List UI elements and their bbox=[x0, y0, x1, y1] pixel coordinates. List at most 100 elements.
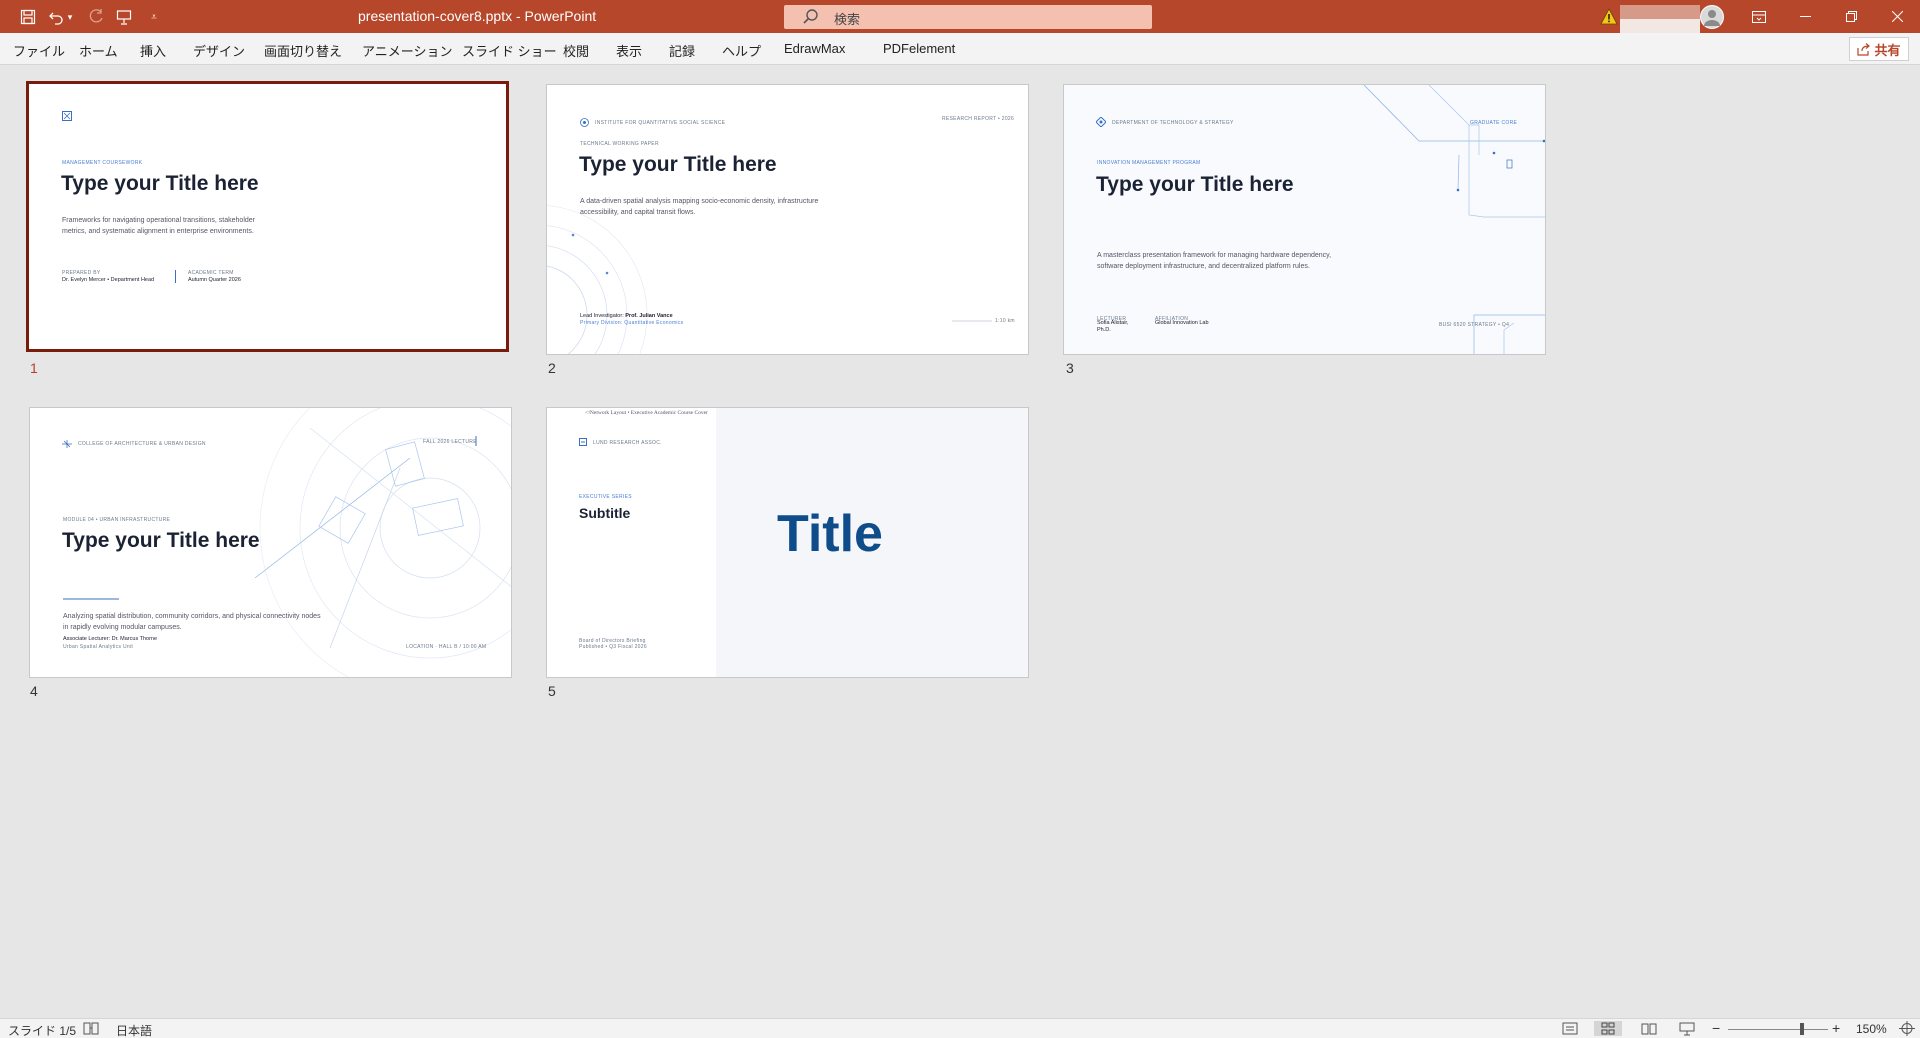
slide-title: Type your Title here bbox=[579, 153, 777, 176]
tab-design[interactable]: デザイン bbox=[193, 41, 245, 60]
share-icon bbox=[1857, 42, 1871, 56]
college-logo-icon bbox=[62, 440, 72, 448]
lecturer-line: Ph.D. bbox=[1097, 327, 1111, 333]
diamond-logo-icon bbox=[1096, 117, 1106, 127]
close-icon[interactable] bbox=[1874, 0, 1920, 33]
notes-view-icon[interactable] bbox=[1561, 1021, 1579, 1036]
customize-toolbar-icon[interactable]: ⩡ bbox=[144, 7, 164, 27]
slide-number: 1 bbox=[30, 360, 38, 376]
report-label: RESEARCH REPORT • 2026 bbox=[942, 116, 1015, 122]
language-indicator[interactable]: 日本語 bbox=[116, 1022, 152, 1038]
logo-icon bbox=[62, 111, 72, 121]
slide-thumbnail-1[interactable]: MANAGEMENT COURSEWORK Type your Title he… bbox=[26, 81, 509, 352]
tab-pdfelement[interactable]: PDFelement bbox=[883, 41, 955, 56]
slide-number: 4 bbox=[30, 683, 38, 699]
warning-icon[interactable] bbox=[1600, 8, 1618, 25]
tab-help[interactable]: ヘルプ bbox=[722, 41, 761, 60]
tab-home[interactable]: ホーム bbox=[79, 41, 118, 60]
slide-title: Title bbox=[777, 505, 883, 563]
slide-thumbnail-2[interactable]: INSTITUTE FOR QUANTITATIVE SOCIAL SCIENC… bbox=[546, 84, 1029, 355]
slide-body-line: A masterclass presentation framework for… bbox=[1097, 252, 1332, 259]
tab-insert[interactable]: 挿入 bbox=[140, 41, 166, 60]
undo-icon[interactable] bbox=[46, 7, 66, 27]
lead-investigator: Lead Investigator: Prof. Julian Vance bbox=[580, 313, 673, 319]
lecture-label: FALL 2026 LECTURE bbox=[423, 439, 477, 445]
accessibility-icon[interactable] bbox=[82, 1021, 100, 1036]
share-button[interactable]: 共有 bbox=[1849, 37, 1909, 61]
tab-slideshow[interactable]: スライド ショー bbox=[462, 41, 557, 60]
avatar[interactable] bbox=[1700, 5, 1724, 29]
save-icon[interactable] bbox=[18, 7, 38, 27]
document-title: presentation-cover8.pptx - PowerPoint bbox=[358, 8, 597, 24]
zoom-out-icon[interactable]: − bbox=[1712, 1020, 1720, 1036]
course-footer: BUSI 6520 STRATEGY • Q4 bbox=[1439, 322, 1510, 328]
slide-thumbnail-3[interactable]: DEPARTMENT OF TECHNOLOGY & STRATEGY GRAD… bbox=[1063, 84, 1546, 355]
location: LOCATION · HALL B / 10:00 AM bbox=[406, 644, 487, 650]
slide-eyebrow: INNOVATION MANAGEMENT PROGRAM bbox=[1097, 160, 1201, 166]
fit-to-window-icon[interactable] bbox=[1898, 1021, 1916, 1036]
slide-body-line: metrics, and systematic alignment in ent… bbox=[62, 228, 254, 235]
slide-body-line: Analyzing spatial distribution, communit… bbox=[63, 613, 321, 620]
slide-sorter-icon bbox=[1601, 1022, 1615, 1035]
zoom-slider-thumb[interactable] bbox=[1800, 1023, 1804, 1035]
institute-name: INSTITUTE FOR QUANTITATIVE SOCIAL SCIENC… bbox=[595, 120, 726, 126]
redo-icon[interactable] bbox=[86, 7, 106, 27]
account-name[interactable] bbox=[1620, 5, 1700, 33]
slide-title: Type your Title here bbox=[61, 172, 259, 195]
tab-file[interactable]: ファイル bbox=[13, 41, 65, 60]
division: Primary Division: Quantitative Economics bbox=[580, 320, 684, 326]
zoom-slider[interactable] bbox=[1728, 1029, 1828, 1030]
slide-counter: スライド 1/5 bbox=[8, 1024, 77, 1038]
status-bar: スライド 1/5 日本語 − + 150% bbox=[0, 1018, 1920, 1038]
ribbon-tabs: ファイル ホーム 挿入 デザイン 画面切り替え アニメーション スライド ショー… bbox=[0, 33, 1920, 65]
slide-body-line: in rapidly evolving modular campuses. bbox=[63, 624, 182, 631]
slideshow-view-icon[interactable] bbox=[1678, 1021, 1696, 1036]
slide-number: 5 bbox=[548, 683, 556, 699]
scale-label: 1:10 km bbox=[995, 318, 1015, 324]
slide-body-line: Frameworks for navigating operational tr… bbox=[62, 217, 255, 224]
search-icon bbox=[803, 9, 818, 24]
present-from-start-icon[interactable] bbox=[114, 7, 134, 27]
slide-number: 3 bbox=[1066, 360, 1074, 376]
search-input[interactable]: 検索 bbox=[784, 5, 1152, 29]
lecturer-line: Sofia Alistair, bbox=[1097, 320, 1129, 326]
slide-thumbnail-5[interactable]: <!Network Layout • Executive Academic Co… bbox=[546, 407, 1029, 678]
tab-record[interactable]: 記録 bbox=[669, 41, 695, 60]
slide-number: 2 bbox=[548, 360, 556, 376]
slide-eyebrow: TECHNICAL WORKING PAPER bbox=[580, 141, 659, 147]
slide-title: Type your Title here bbox=[1096, 173, 1294, 196]
slide-thumbnail-4[interactable]: COLLEGE OF ARCHITECTURE & URBAN DESIGN F… bbox=[29, 407, 512, 678]
lecturer: Associate Lecturer: Dr. Marcus Thorne bbox=[63, 636, 158, 642]
slide-body-line: software deployment infrastructure, and … bbox=[1097, 263, 1310, 270]
slide-eyebrow: MANAGEMENT COURSEWORK bbox=[62, 160, 143, 166]
restore-icon[interactable] bbox=[1828, 0, 1874, 33]
undo-dropdown-icon[interactable]: ▾ bbox=[64, 7, 76, 27]
tab-transitions[interactable]: 画面切り替え bbox=[264, 41, 342, 60]
slide-title: Type your Title here bbox=[62, 529, 260, 552]
tab-view[interactable]: 表示 bbox=[616, 41, 642, 60]
college-name: COLLEGE OF ARCHITECTURE & URBAN DESIGN bbox=[78, 441, 206, 447]
lab-name: Urban Spatial Analytics Unit bbox=[63, 644, 134, 650]
header-note: <!Network Layout • Executive Academic Co… bbox=[585, 410, 708, 416]
reading-view-icon[interactable] bbox=[1640, 1021, 1658, 1036]
slide-body-line: A data-driven spatial analysis mapping s… bbox=[580, 198, 819, 205]
prepared-by: Dr. Evelyn Mercer • Department Head bbox=[62, 277, 155, 283]
slide-eyebrow: EXECUTIVE SERIES bbox=[579, 494, 632, 500]
zoom-level[interactable]: 150% bbox=[1856, 1022, 1887, 1036]
ribbon-display-options-icon[interactable] bbox=[1736, 0, 1782, 33]
org-logo-icon bbox=[579, 438, 587, 446]
term: Autumn Quarter 2026 bbox=[188, 277, 241, 283]
graduate-badge: GRADUATE CORE bbox=[1470, 120, 1518, 126]
title-bar: ▾ ⩡ presentation-cover8.pptx - PowerPoin… bbox=[0, 0, 1920, 33]
divider bbox=[175, 270, 176, 283]
tab-animations[interactable]: アニメーション bbox=[362, 41, 452, 60]
tab-edrawmax[interactable]: EdrawMax bbox=[784, 41, 845, 56]
share-label: 共有 bbox=[1874, 42, 1901, 58]
department-name: DEPARTMENT OF TECHNOLOGY & STRATEGY bbox=[1112, 120, 1234, 126]
slide-eyebrow: MODULE 04 • URBAN INFRASTRUCTURE bbox=[63, 517, 171, 523]
slide-sorter-view-button[interactable] bbox=[1594, 1021, 1622, 1036]
slide-sorter: MANAGEMENT COURSEWORK Type your Title he… bbox=[0, 66, 1920, 1018]
minimize-icon[interactable] bbox=[1782, 0, 1828, 33]
tab-review[interactable]: 校閲 bbox=[563, 41, 589, 60]
zoom-in-icon[interactable]: + bbox=[1832, 1020, 1840, 1036]
